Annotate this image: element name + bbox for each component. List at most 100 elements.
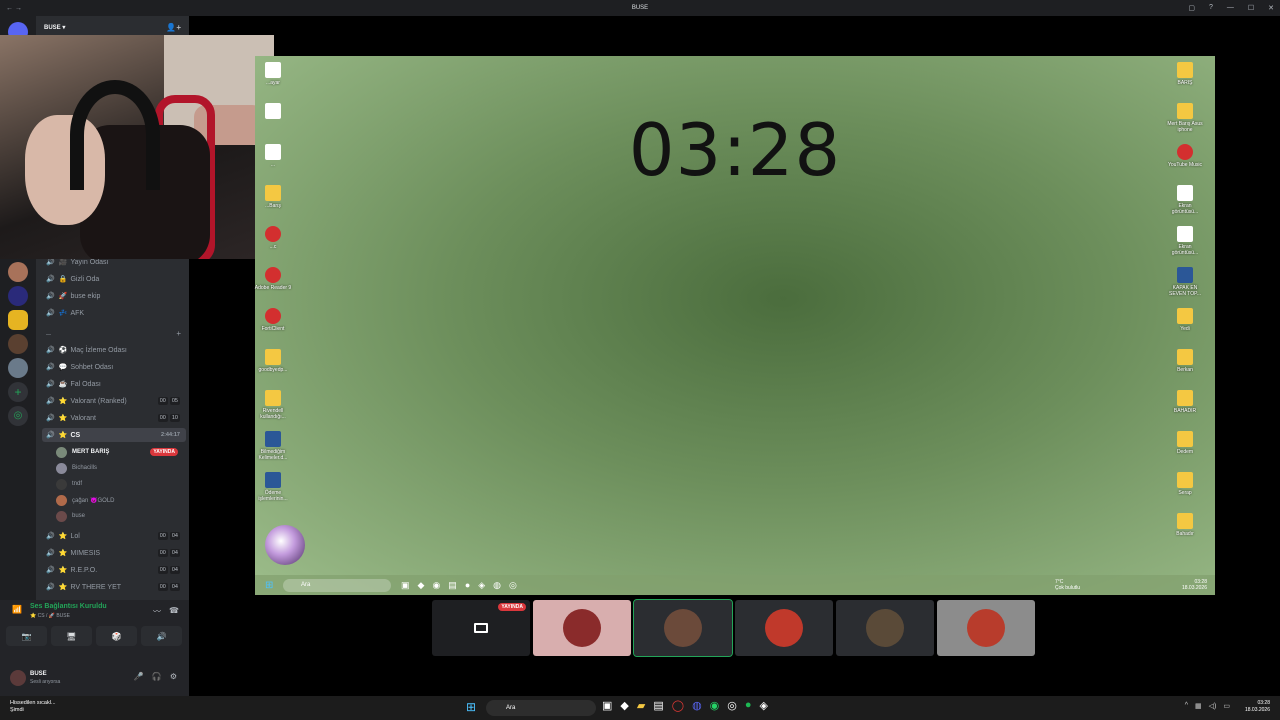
desktop-icon[interactable]: BARIŞ xyxy=(1165,62,1205,86)
voice-channel-item[interactable]: 🔊 ☕ Fal Odası xyxy=(42,377,186,391)
voice-channel-item[interactable]: 🔊 ⭐ Valorant (Ranked) 00 05 xyxy=(42,394,186,408)
battery-icon[interactable]: ▭ xyxy=(1223,702,1230,710)
desktop-icon[interactable]: Serap xyxy=(1165,472,1205,496)
desktop-icon[interactable]: FortiClient xyxy=(253,308,293,332)
app-icon[interactable]: ◆ xyxy=(418,580,425,591)
weather-widget[interactable]: 7°C Çok bulutlu xyxy=(1055,579,1080,591)
explore-icon[interactable]: ◎ xyxy=(8,406,28,426)
news-widget[interactable]: Hissedilen sıcakl... Şimdi xyxy=(10,700,56,714)
server-icon[interactable] xyxy=(8,358,28,378)
desktop-icon[interactable]: ...c xyxy=(253,226,293,250)
add-channel-icon[interactable]: + xyxy=(176,329,181,338)
desktop-icon[interactable]: ...ayar xyxy=(253,62,293,86)
window-control-icon[interactable]: ☐ xyxy=(1248,4,1254,12)
desktop-icon[interactable]: Adobe Reader 9 xyxy=(253,267,293,291)
desktop-icon[interactable] xyxy=(253,103,293,121)
headphones-icon[interactable]: 🎧 xyxy=(152,672,162,681)
voice-channel-item[interactable]: 🔊 ⚽ Maç İzleme Odası xyxy=(42,343,186,357)
username[interactable]: BUSE xyxy=(30,671,47,677)
copilot-icon[interactable]: ◆ xyxy=(620,699,628,712)
network-icon[interactable]: ▦ xyxy=(1195,702,1202,710)
desktop-icon[interactable]: goodbyedp... xyxy=(253,349,293,373)
desktop-icon[interactable]: Rivendell kullandığı... xyxy=(253,390,293,420)
windows-start-icon[interactable]: ⊞ xyxy=(265,580,273,591)
desktop-icon[interactable]: KAPAK EN SEVEN TOP... xyxy=(1165,267,1205,297)
voice-user[interactable]: çağan 😈GOLD xyxy=(56,493,186,507)
discord-icon[interactable]: ◍ xyxy=(493,580,501,591)
screen-share-button[interactable]: 🖥 xyxy=(51,626,92,646)
task-view-icon[interactable]: ▣ xyxy=(602,699,612,712)
window-controls[interactable]: ▢? — ☐ ✕ xyxy=(1188,4,1274,12)
camera-button[interactable]: 📷 xyxy=(6,626,47,646)
server-icon[interactable] xyxy=(8,334,28,354)
voice-channel-item[interactable]: 🔊 ⭐ MIMESIS 00 04 xyxy=(42,546,186,560)
youtube-music-icon[interactable]: ● xyxy=(465,580,470,591)
server-icon[interactable] xyxy=(8,262,28,282)
brave-icon[interactable]: ◈ xyxy=(478,580,485,591)
window-control-icon[interactable]: — xyxy=(1227,4,1234,12)
chevron-up-icon[interactable]: ^ xyxy=(1185,702,1188,710)
person-add-icon[interactable]: 👤+ xyxy=(166,23,181,32)
microphone-icon[interactable]: 🎤 xyxy=(134,672,144,681)
noise-suppression-icon[interactable]: 〰 xyxy=(153,606,161,617)
voice-channel-item[interactable]: 🔊 💤 AFK xyxy=(42,306,186,320)
desktop-icon[interactable]: Berkan xyxy=(1165,349,1205,373)
os-search[interactable]: Ara xyxy=(486,700,596,716)
voice-channel-item[interactable]: 🔊 ⭐ RV THERE YET 00 04 xyxy=(42,580,186,594)
voice-channel-item[interactable]: 🔊 🚀 buse ekip xyxy=(42,289,186,303)
os-clock[interactable]: 03:28 18.03.2026 xyxy=(1245,700,1270,713)
participant-tile[interactable] xyxy=(633,599,733,657)
desktop-icon[interactable]: Dedem xyxy=(1165,431,1205,455)
app-icon[interactable]: ◈ xyxy=(760,699,768,712)
windows-start-icon[interactable]: ⊞ xyxy=(466,700,476,714)
window-control-icon[interactable]: ✕ xyxy=(1268,4,1274,12)
voice-user[interactable]: tndf xyxy=(56,477,186,491)
server-icon[interactable] xyxy=(8,286,28,306)
stream-clock[interactable]: 03:28 18.03.2026 xyxy=(1182,579,1207,591)
server-icon-active[interactable] xyxy=(8,310,28,330)
nav-arrows[interactable]: ← → xyxy=(6,5,22,12)
file-explorer-icon[interactable]: ▰ xyxy=(637,699,645,712)
desktop-icon[interactable]: Yedi xyxy=(1165,308,1205,332)
voice-channel-item[interactable]: 🔊 💬 Sohbet Odası xyxy=(42,360,186,374)
voice-channel-item[interactable]: 🔊 ⭐ R.E.P.O. 00 04 xyxy=(42,563,186,577)
opera-icon[interactable]: ◯ xyxy=(672,699,684,712)
window-control-icon[interactable]: ▢ xyxy=(1188,4,1195,12)
desktop-icon[interactable]: Ödeme işlemlerinin... xyxy=(253,472,293,502)
add-server-icon[interactable]: + xyxy=(8,382,28,402)
desktop-icon[interactable]: Ekran görüntüsü... xyxy=(1165,185,1205,215)
desktop-icon[interactable]: BAHADIR xyxy=(1165,390,1205,414)
voice-channel-item[interactable]: 🔊 ⭐ Lol 00 04 xyxy=(42,529,186,543)
desktop-icon[interactable]: Bilmediğim Kelimeler.d... xyxy=(253,431,293,461)
volume-icon[interactable]: ◁) xyxy=(1209,702,1217,710)
app-icon[interactable]: ▤ xyxy=(448,580,457,591)
discord-icon[interactable]: ◍ xyxy=(692,699,702,712)
participant-tile[interactable]: YAYINDA xyxy=(432,600,530,656)
steam-icon[interactable]: ◎ xyxy=(727,699,737,712)
voice-user[interactable]: Bichacills xyxy=(56,461,186,475)
voice-channel-item[interactable]: 🔊 🔒 Gizli Oda xyxy=(42,272,186,286)
desktop-icon[interactable]: Ekran görüntüsü... xyxy=(1165,226,1205,256)
voice-channel-item[interactable]: 🔊 ⭐ CS 2:44:17 xyxy=(42,428,186,442)
steam-icon[interactable]: ◎ xyxy=(509,580,517,591)
desktop-icon[interactable]: YouTube Music xyxy=(1165,144,1205,168)
window-control-icon[interactable]: ? xyxy=(1209,4,1213,12)
avatar[interactable] xyxy=(10,670,26,686)
whatsapp-icon[interactable]: ◉ xyxy=(710,699,720,712)
voice-user[interactable]: MERT BARIŞ YAYINDA xyxy=(56,445,186,459)
voice-user[interactable]: buse xyxy=(56,509,186,523)
disconnect-icon[interactable]: ☎ xyxy=(169,606,179,617)
soundboard-button[interactable]: 🔊 xyxy=(141,626,182,646)
whatsapp-icon[interactable]: ◉ xyxy=(432,580,440,591)
activity-button[interactable]: 🎲 xyxy=(96,626,137,646)
stream-view[interactable]: 03:28 ...ayar... ...Barış ...c Adobe Reader… xyxy=(255,56,1215,595)
desktop-icon[interactable]: ... xyxy=(253,144,293,168)
gear-icon[interactable]: ⚙ xyxy=(170,672,177,681)
desktop-icon[interactable]: Mert Barış Asus iphone xyxy=(1165,103,1205,133)
spotify-icon[interactable]: ● xyxy=(745,699,752,712)
guild-name[interactable]: BUSE ▾ xyxy=(44,24,65,31)
desktop-icon[interactable]: ...Barış xyxy=(253,185,293,209)
stream-search[interactable]: Ara xyxy=(283,578,391,592)
desktop-icon[interactable]: Bahadır xyxy=(1165,513,1205,537)
store-icon[interactable]: ▤ xyxy=(653,699,663,712)
